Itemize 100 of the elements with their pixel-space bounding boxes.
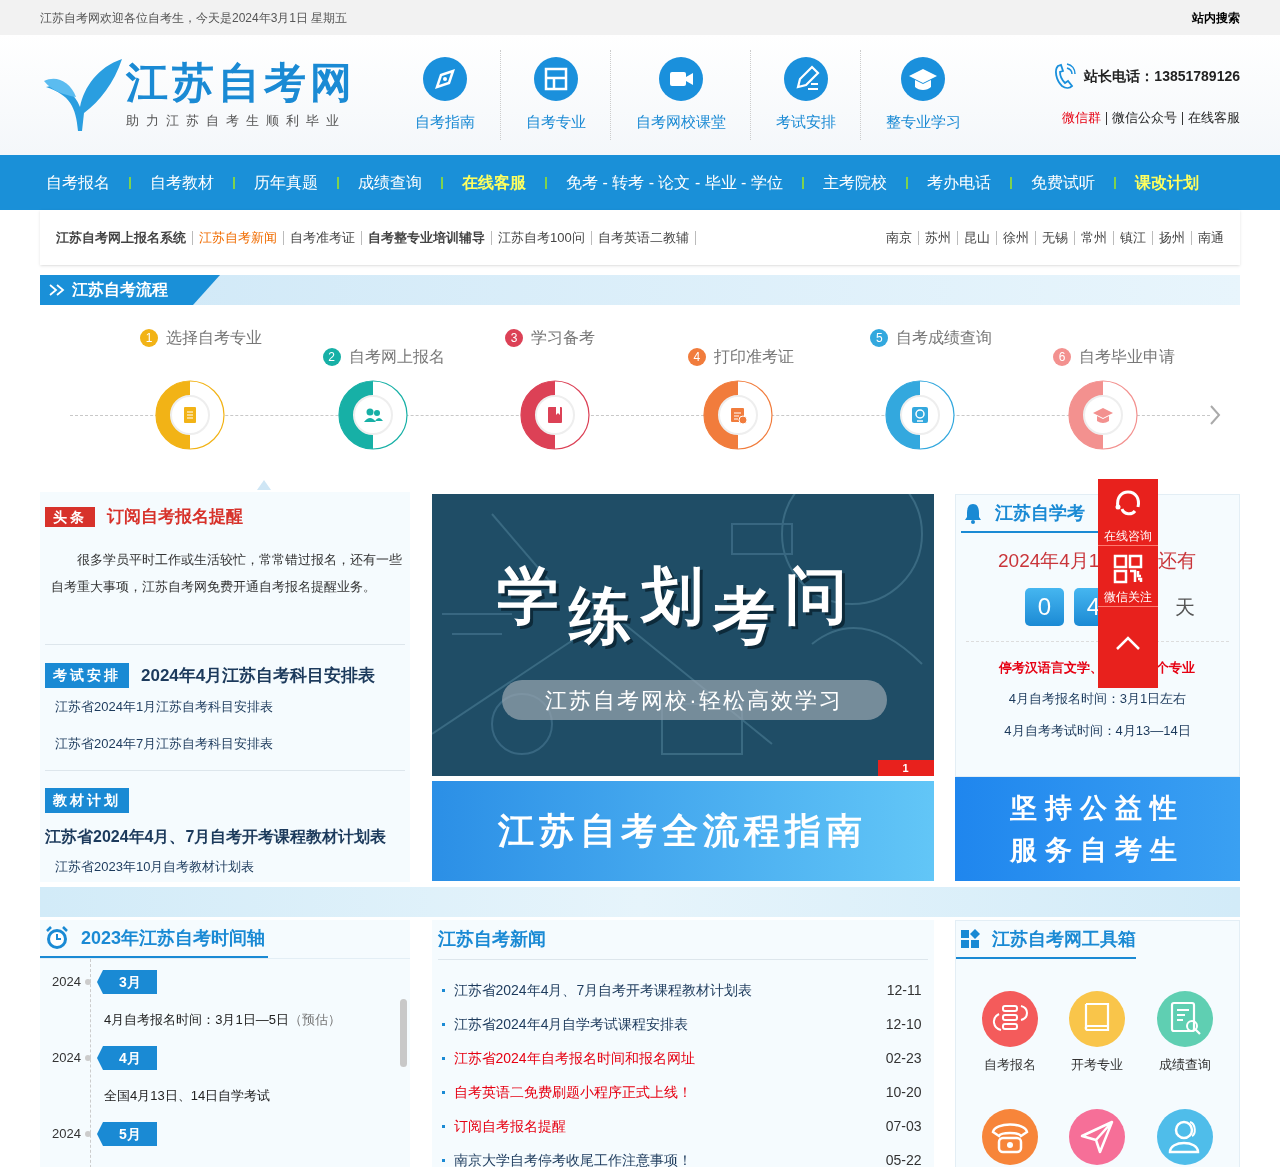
- step-number: 5: [870, 329, 889, 347]
- float-panel-button[interactable]: 微信关注: [1098, 546, 1158, 607]
- tool-link[interactable]: 开考专业: [1053, 991, 1142, 1089]
- headline-link[interactable]: 江苏省2024年4月、7月自考开考课程教材计划表: [45, 825, 405, 849]
- headline-link[interactable]: 订阅自考报名提醒: [107, 504, 243, 530]
- sub-nav-link[interactable]: 自考英语二教辅: [591, 230, 696, 245]
- timeline-event-text: 4月自考报名时间：3月1日—5日（预估）: [104, 1011, 342, 1029]
- site-search-link[interactable]: 站内搜索: [1192, 8, 1240, 27]
- float-panel-button[interactable]: 在线咨询: [1098, 479, 1158, 546]
- back-to-top-icon[interactable]: [1115, 635, 1141, 651]
- city-link[interactable]: 扬州: [1153, 230, 1192, 245]
- countdown-text: 还有: [1158, 549, 1196, 573]
- user-icon[interactable]: [1157, 1108, 1214, 1165]
- city-link[interactable]: 无锡: [1036, 230, 1075, 245]
- document-badge-icon: [154, 379, 226, 451]
- month-tag: 5月: [97, 1122, 157, 1146]
- news-date: 07-03: [885, 1116, 922, 1136]
- city-link[interactable]: 镇江: [1114, 230, 1153, 245]
- phone-number: 站长电话：13851789126: [1084, 66, 1240, 86]
- countdown-digit: 0: [1025, 587, 1064, 626]
- city-link[interactable]: 南通: [1192, 230, 1230, 245]
- headline-text: 很多学员平时工作或生活较忙，常常错过报名，还有一些自考重大事项，江苏自考网免费开通自考报名提醒业务。: [50, 550, 403, 596]
- bell-icon: [963, 502, 983, 524]
- step-number: 2: [322, 348, 341, 366]
- contact-link[interactable]: 微信公众号: [1112, 108, 1177, 128]
- bullet-icon: [441, 1056, 445, 1060]
- logo-title: 江苏自考网: [126, 59, 356, 108]
- city-link[interactable]: 常州: [1075, 230, 1114, 245]
- sub-nav-link[interactable]: 自考整专业培训辅导: [362, 230, 492, 245]
- sub-nav-link[interactable]: 江苏自考100问: [492, 230, 592, 245]
- quick-link[interactable]: 自考专业: [500, 50, 610, 140]
- news-link[interactable]: 江苏省2024年4月自学考试课程安排表: [453, 1013, 689, 1035]
- graduation-cap-badge-icon: [1067, 379, 1139, 451]
- news-link[interactable]: 南京大学自考停考收尾工作注意事项！: [453, 1149, 692, 1167]
- news-date: 10-20: [885, 1082, 922, 1102]
- section-tag: 教材计划: [45, 788, 129, 813]
- section-tag: 考试安排: [45, 662, 129, 688]
- book-badge-icon: [519, 379, 592, 451]
- news-link[interactable]: 订阅自考报名提醒: [453, 1115, 566, 1137]
- sub-nav-link[interactable]: 江苏自考网上报名系统: [50, 230, 193, 245]
- calendar-badge-icon: [701, 379, 774, 451]
- section-title: 2023年江苏自考时间轴: [81, 926, 266, 950]
- certificate-badge-icon: [884, 379, 957, 451]
- article-link[interactable]: 江苏省2024年7月江苏自考科目安排表: [45, 725, 405, 762]
- city-link[interactable]: 南京: [880, 230, 919, 245]
- exam-info-text: 4月自考报名时间：3月1日左右: [1007, 690, 1188, 708]
- exam-info-text: 4月自考考试时间：4月13—14日: [1003, 722, 1192, 740]
- video-camera-icon: [658, 56, 703, 101]
- news-date: 12-10: [885, 1014, 922, 1034]
- step-label: 自考网上报名: [348, 347, 445, 367]
- article-link[interactable]: 江苏省2023年10月自考教材计划表: [45, 849, 405, 885]
- contact-link[interactable]: 微信群: [1062, 108, 1101, 128]
- bullet-icon: [441, 1090, 445, 1094]
- city-link[interactable]: 徐州: [997, 230, 1036, 245]
- city-link[interactable]: 昆山: [958, 230, 997, 245]
- news-link[interactable]: 江苏省2024年自考报名时间和报名网址: [453, 1047, 695, 1069]
- section-title: 江苏自考新闻: [437, 928, 546, 951]
- year-label: 2024: [51, 1125, 82, 1144]
- news-link[interactable]: 自考英语二免费刷题小程序正式上线！: [453, 1081, 692, 1103]
- bullet-icon: [441, 1022, 445, 1026]
- banner-word: 问: [784, 560, 847, 632]
- compass-icon: [423, 56, 467, 101]
- banner-word: 练: [568, 580, 631, 652]
- quick-link[interactable]: 自考指南: [390, 50, 500, 140]
- step-number: 4: [687, 348, 706, 366]
- step-number: 3: [505, 329, 524, 347]
- quick-link[interactable]: 自考网校课堂: [610, 50, 750, 140]
- slide-indicator[interactable]: 1: [877, 760, 934, 776]
- news-date: 12-11: [886, 980, 922, 1000]
- article-link[interactable]: 江苏省2024年1月江苏自考科目安排表: [45, 688, 405, 725]
- slogan-text: 服务自考生: [1010, 834, 1185, 867]
- headline-link[interactable]: 2024年4月江苏自考科目安排表: [141, 662, 376, 688]
- quick-link[interactable]: 整专业学习: [860, 50, 985, 140]
- graduation-cap-icon: [901, 56, 945, 101]
- contact-link[interactable]: 在线客服: [1188, 108, 1240, 128]
- city-link[interactable]: 苏州: [919, 230, 958, 245]
- year-label: 2024: [51, 973, 82, 992]
- phone-icon: [1052, 62, 1077, 91]
- banner-word: 学: [496, 560, 559, 632]
- bullet-icon: [441, 1124, 445, 1128]
- people-badge-icon: [336, 379, 409, 451]
- grid-icon: [533, 56, 578, 101]
- telephone-icon[interactable]: [981, 1108, 1038, 1165]
- step-label: 学习备考: [531, 328, 596, 348]
- sub-nav-link[interactable]: 自考准考证: [284, 230, 362, 245]
- step-label: 自考毕业申请: [1079, 347, 1175, 367]
- logo-slogan: 助力江苏自考生顺利毕业: [126, 112, 347, 131]
- welcome-text: 江苏自考网欢迎各位自考生，今天是2024年3月1日 星期五: [40, 9, 348, 27]
- news-link[interactable]: 江苏省2024年4月、7月自考开考课程教材计划表: [453, 979, 753, 1001]
- countdown-unit: 天: [1175, 594, 1195, 620]
- month-tag: 4月: [97, 1046, 157, 1070]
- quick-link[interactable]: 考试安排: [750, 50, 860, 140]
- tool-link[interactable]: 成绩查询: [1141, 991, 1229, 1089]
- step-label: 自考成绩查询: [896, 328, 993, 348]
- tool-link[interactable]: 自考报名: [966, 991, 1054, 1089]
- scrollbar[interactable]: [400, 999, 407, 1067]
- notice-text: 停考汉语言文学、: [999, 658, 1099, 677]
- paper-plane-icon[interactable]: [1069, 1108, 1126, 1165]
- news-date: 02-23: [885, 1048, 922, 1068]
- double-chevron-icon: [48, 283, 66, 297]
